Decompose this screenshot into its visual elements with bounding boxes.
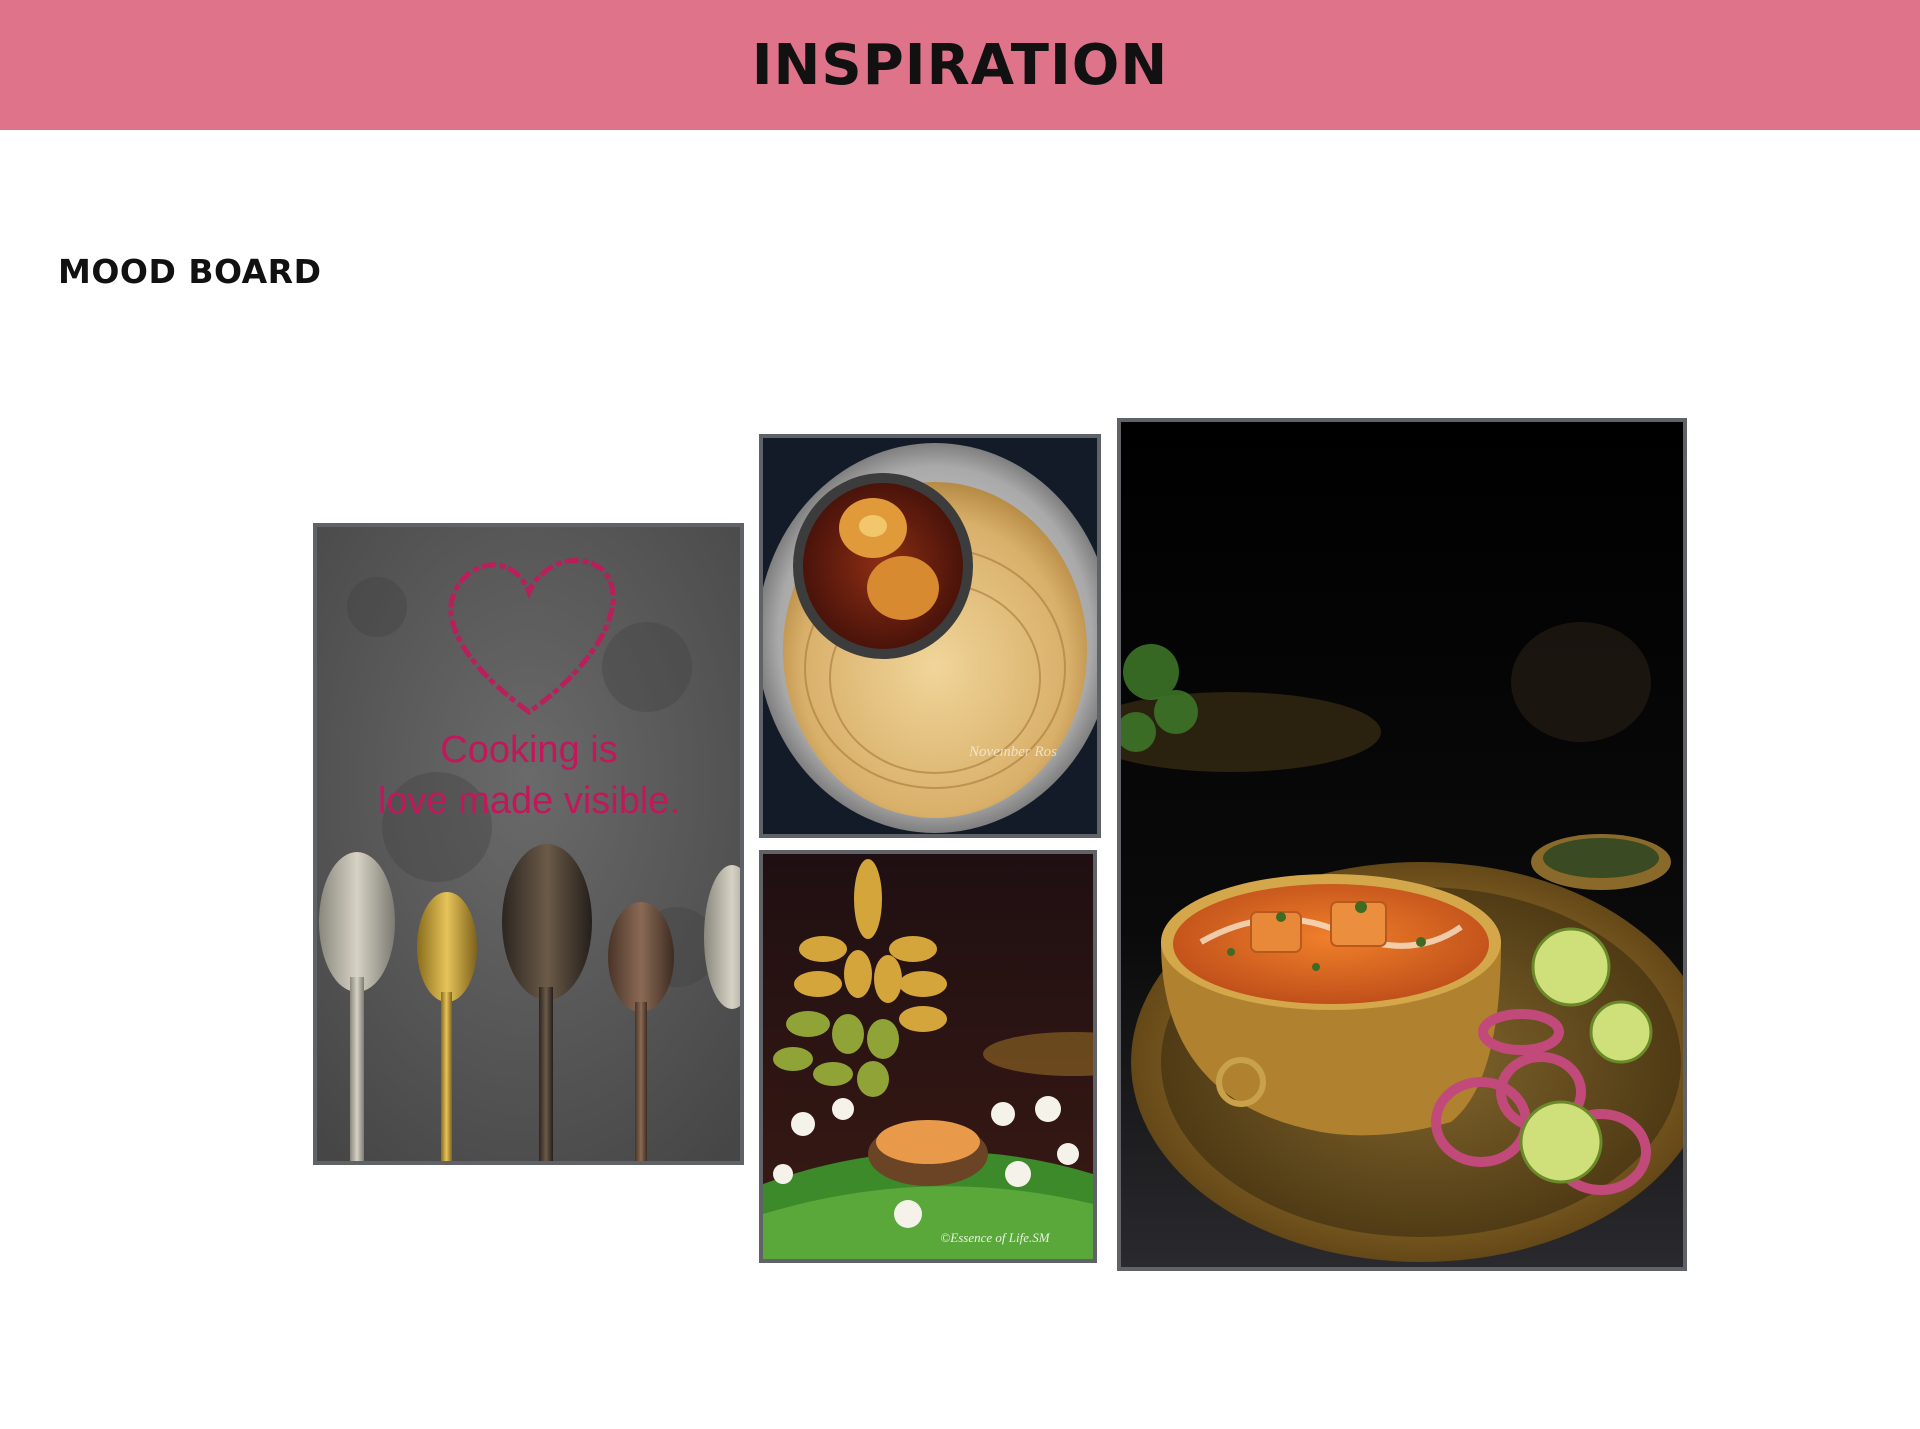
quote-line-2: love made visible.: [378, 780, 680, 822]
paneer-butter-masala-photo: [1117, 418, 1687, 1271]
spoons-quote-photo: Cooking is love made visible.: [313, 523, 744, 1165]
photo-watermark: ©Essence of Life.SM: [940, 1230, 1050, 1245]
egg-curry-paratha-photo: November Ros: [759, 434, 1101, 838]
page-title: INSPIRATION: [751, 32, 1169, 98]
section-title: MOOD BOARD: [58, 252, 322, 291]
page-header: INSPIRATION: [0, 0, 1920, 130]
bananas-jasmine-photo: ©Essence of Life.SM: [759, 850, 1097, 1263]
photo-watermark: November Ros: [968, 744, 1057, 760]
quote-line-1: Cooking is: [440, 729, 617, 771]
